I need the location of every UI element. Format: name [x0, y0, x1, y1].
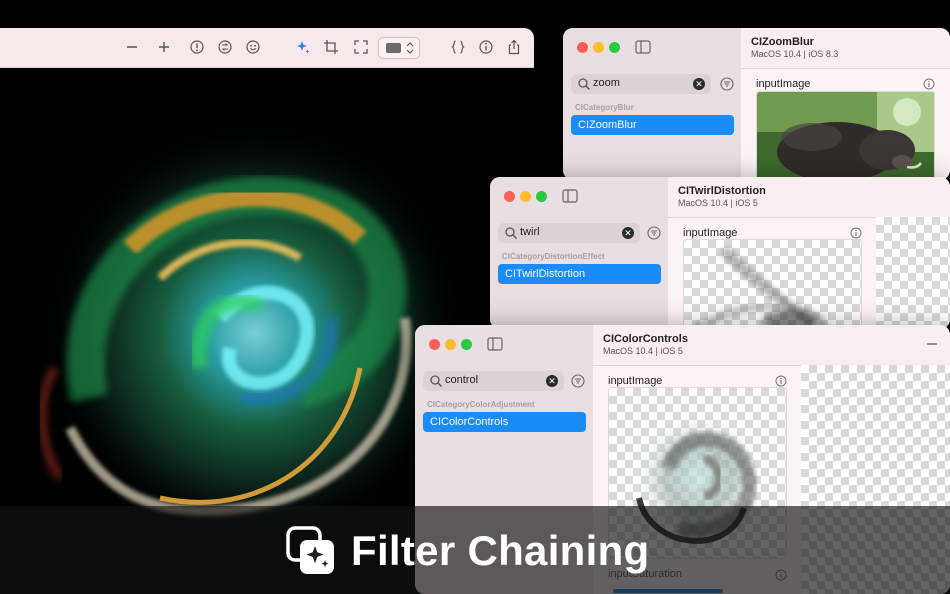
sidebar-toggle-icon[interactable]	[487, 337, 503, 351]
filter-options-icon[interactable]	[720, 77, 734, 91]
param-info-icon[interactable]	[850, 226, 862, 239]
minimize-window-button[interactable]	[593, 42, 604, 53]
sparkles-photo-stack-icon	[286, 526, 336, 576]
braces-icon[interactable]	[449, 38, 467, 56]
zoom-window-button[interactable]	[536, 191, 547, 202]
filter-title: CIColorControls	[603, 333, 688, 345]
zoom-window-button[interactable]	[461, 339, 472, 350]
param-label: inputImage	[756, 78, 811, 90]
filter-detail-pane: CITwirlDistortion MacOS 10.4 | iOS 5 inp…	[668, 177, 950, 329]
filter-detail-pane: CIZoomBlur MacOS 10.4 | iOS 8.3 inputIma…	[741, 28, 950, 180]
smiley-icon[interactable]	[244, 38, 262, 56]
sidebar-toggle-icon[interactable]	[562, 189, 578, 203]
input-image-well[interactable]	[756, 91, 935, 180]
share-icon[interactable]	[505, 38, 523, 56]
filter-window-zoomblur: zoom ✕ CICategoryBlur CIZoomBlur CIZoomB…	[563, 28, 950, 180]
clear-search-icon[interactable]: ✕	[622, 227, 634, 239]
param-label: inputImage	[683, 227, 738, 239]
filter-list-item-selected[interactable]: CITwirlDistortion	[498, 264, 661, 284]
input-image-well[interactable]	[683, 239, 862, 329]
collapse-minus-icon[interactable]	[926, 337, 938, 349]
category-header: CICategoryDistortionEffect	[502, 252, 605, 261]
param-info-icon[interactable]	[775, 374, 787, 387]
info-icon[interactable]	[477, 38, 495, 56]
search-icon	[429, 374, 443, 388]
search-input[interactable]: twirl	[520, 226, 540, 238]
banner-title: Filter Chaining	[351, 527, 650, 574]
detail-header: CIZoomBlur MacOS 10.4 | iOS 8.3	[741, 28, 950, 69]
flip-icon[interactable]	[216, 38, 234, 56]
filter-sidebar: zoom ✕ CICategoryBlur CIZoomBlur	[563, 28, 742, 180]
filter-title: CITwirlDistortion	[678, 185, 766, 197]
search-icon	[504, 226, 518, 240]
plus-icon[interactable]	[155, 38, 173, 56]
category-header: CICategoryBlur	[575, 103, 634, 112]
filter-availability: MacOS 10.4 | iOS 5	[678, 198, 758, 208]
background-color-popup[interactable]	[378, 37, 420, 59]
clear-search-icon[interactable]: ✕	[693, 78, 705, 90]
detail-header: CITwirlDistortion MacOS 10.4 | iOS 5	[668, 177, 950, 218]
main-toolbar	[0, 28, 534, 68]
param-info-icon[interactable]	[923, 77, 935, 90]
sparkles-icon[interactable]	[294, 38, 312, 56]
zoom-window-button[interactable]	[609, 42, 620, 53]
filter-list-item-selected[interactable]: CIZoomBlur	[571, 115, 734, 135]
output-preview	[876, 217, 950, 329]
filter-search-field[interactable]: zoom ✕	[571, 74, 711, 94]
color-swatch	[386, 43, 401, 53]
search-input[interactable]: control	[445, 374, 478, 386]
search-icon	[577, 77, 591, 91]
filter-availability: MacOS 10.4 | iOS 8.3	[751, 49, 839, 59]
chevron-updown-icon	[405, 41, 415, 55]
detail-header: CIColorControls MacOS 10.4 | iOS 5	[593, 325, 950, 366]
filter-search-field[interactable]: twirl ✕	[498, 223, 640, 243]
filter-sidebar: twirl ✕ CICategoryDistortionEffect CITwi…	[490, 177, 669, 329]
minimize-window-button[interactable]	[445, 339, 456, 350]
minus-icon[interactable]	[123, 38, 141, 56]
filter-options-icon[interactable]	[647, 226, 661, 240]
filter-list-item-selected[interactable]: CIColorControls	[423, 412, 586, 432]
search-input[interactable]: zoom	[593, 77, 620, 89]
clear-search-icon[interactable]: ✕	[546, 375, 558, 387]
crop-icon[interactable]	[322, 38, 340, 56]
promo-banner: Filter Chaining	[0, 506, 950, 594]
close-window-button[interactable]	[429, 339, 440, 350]
param-label: inputImage	[608, 375, 663, 387]
filter-availability: MacOS 10.4 | iOS 5	[603, 346, 683, 356]
close-window-button[interactable]	[577, 42, 588, 53]
close-window-button[interactable]	[504, 191, 515, 202]
category-header: CICategoryColorAdjustment	[427, 400, 535, 409]
minimize-window-button[interactable]	[520, 191, 531, 202]
filter-search-field[interactable]: control ✕	[423, 371, 564, 391]
filter-window-twirl: twirl ✕ CICategoryDistortionEffect CITwi…	[490, 177, 950, 329]
fullscreen-icon[interactable]	[352, 38, 370, 56]
filter-options-icon[interactable]	[571, 374, 585, 388]
alert-circle-icon[interactable]	[188, 38, 206, 56]
sidebar-toggle-icon[interactable]	[635, 40, 651, 54]
filter-title: CIZoomBlur	[751, 36, 814, 48]
